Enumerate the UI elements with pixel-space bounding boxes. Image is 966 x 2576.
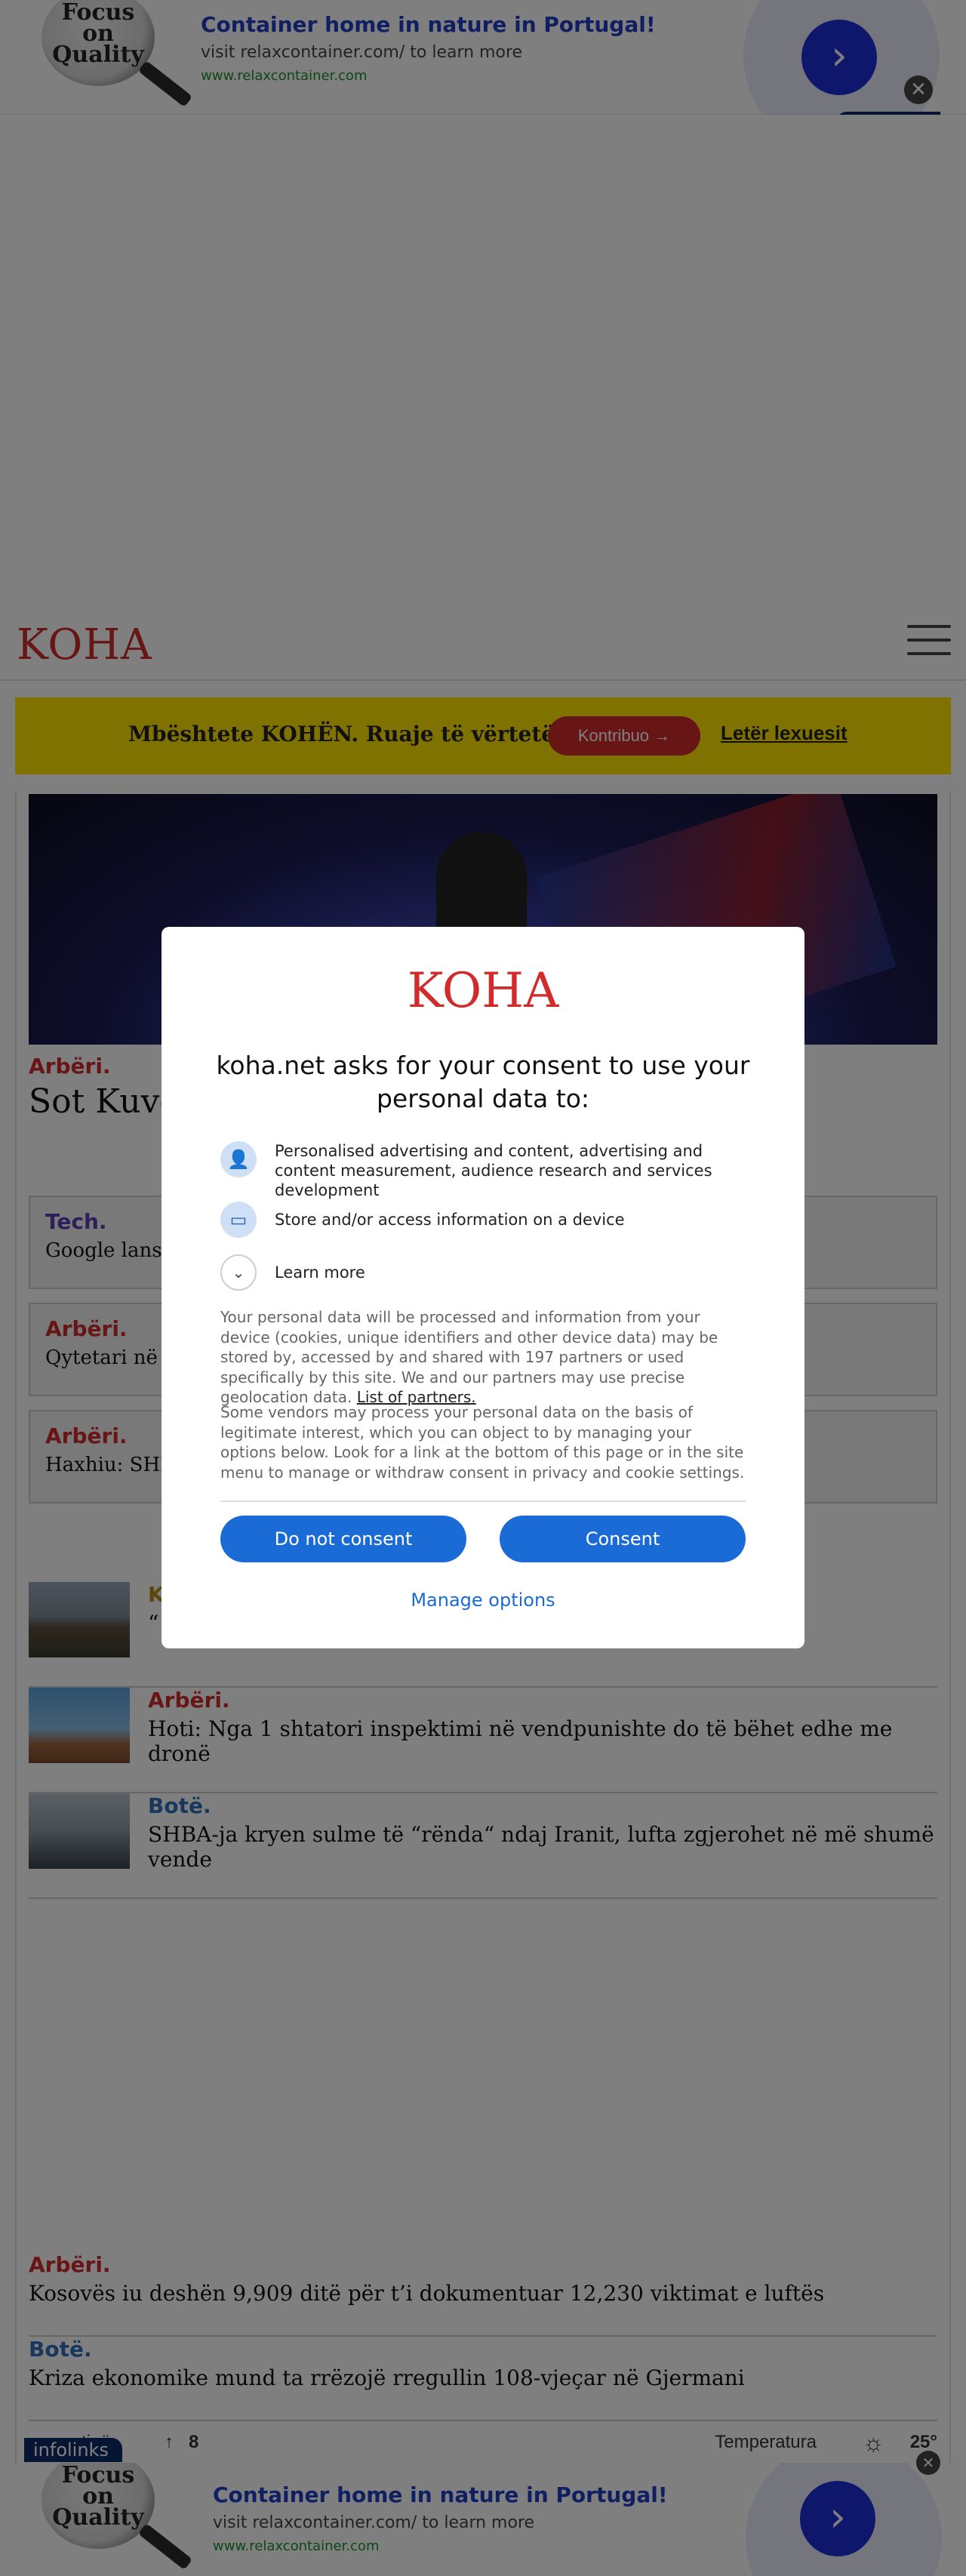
purpose-text: Personalised advertising and content, ad…: [275, 1142, 712, 1199]
consent-button[interactable]: Consent: [500, 1516, 746, 1562]
consent-paragraph-2: Some vendors may process your personal d…: [220, 1403, 745, 1482]
consent-paragraph-1: Your personal data will be processed and…: [220, 1307, 749, 1408]
divider: [220, 1500, 746, 1502]
purpose-text: Store and/or access information on a dev…: [275, 1211, 625, 1229]
chevron-down-icon[interactable]: ⌄: [220, 1254, 257, 1291]
consent-heading: koha.net asks for your consent to use yo…: [216, 1051, 750, 1113]
consent-dialog: KOHA koha.net asks for your consent to u…: [162, 927, 804, 1648]
learn-more-label[interactable]: Learn more: [275, 1263, 758, 1282]
person-icon: 👤: [220, 1141, 257, 1177]
device-icon: ▭: [220, 1202, 257, 1238]
do-not-consent-button[interactable]: Do not consent: [220, 1516, 466, 1562]
consent-logo: KOHA: [407, 963, 559, 1019]
manage-options-link[interactable]: Manage options: [162, 1590, 804, 1611]
